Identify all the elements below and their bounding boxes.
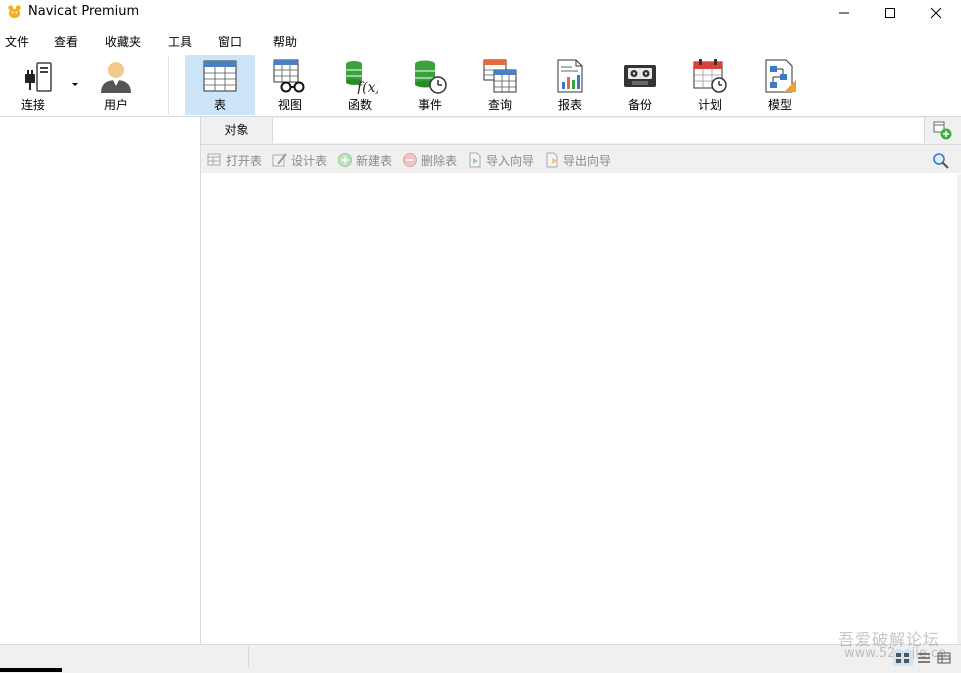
import-wizard-button[interactable]: 导入向导 bbox=[467, 152, 534, 168]
toolbar-report-label: 报表 bbox=[557, 98, 582, 112]
toolbar-query-button[interactable]: 查询 bbox=[465, 55, 535, 115]
new-table-icon bbox=[338, 153, 352, 167]
menu-view[interactable]: 查看 bbox=[54, 33, 78, 50]
toolbar-user-button[interactable]: 用户 bbox=[81, 55, 151, 115]
export-wizard-label: 导出向导 bbox=[563, 153, 612, 168]
toolbar-schedule-button[interactable]: 计划 bbox=[675, 55, 745, 115]
toolbar-query-label: 查询 bbox=[487, 98, 512, 112]
maximize-icon bbox=[885, 7, 895, 18]
open-table-icon bbox=[207, 153, 221, 166]
export-wizard-icon bbox=[546, 152, 558, 168]
delete-table-button[interactable]: 删除表 bbox=[402, 152, 457, 168]
new-table-label: 新建表 bbox=[356, 153, 393, 168]
design-table-button[interactable]: 设计表 bbox=[272, 152, 327, 168]
toolbar-backup-label: 备份 bbox=[627, 98, 652, 112]
grid-view-icon[interactable] bbox=[893, 650, 913, 666]
user-icon bbox=[101, 62, 131, 93]
add-object-icon bbox=[933, 121, 952, 140]
toolbar-model-label: 模型 bbox=[767, 98, 792, 112]
minimize-button[interactable] bbox=[821, 0, 867, 25]
new-tab-button[interactable] bbox=[924, 118, 961, 143]
menu-file[interactable]: 文件 bbox=[5, 33, 29, 50]
search-icon[interactable] bbox=[932, 152, 950, 170]
chevron-down-icon[interactable] bbox=[72, 82, 80, 88]
toolbar-model-button[interactable]: 模型 bbox=[745, 55, 815, 115]
import-wizard-label: 导入向导 bbox=[486, 153, 535, 168]
toolbar-function-button[interactable]: f(x) 函数 bbox=[325, 55, 395, 115]
menu-window[interactable]: 窗口 bbox=[218, 33, 242, 50]
status-divider bbox=[248, 646, 249, 668]
schedule-calendar-icon bbox=[693, 59, 727, 93]
open-table-button[interactable]: 打开表 bbox=[207, 152, 262, 168]
menu-favorites[interactable]: 收藏夹 bbox=[105, 33, 141, 50]
svg-text:f(x): f(x) bbox=[356, 80, 378, 94]
toolbar-table-label: 表 bbox=[213, 98, 226, 112]
toolbar-report-button[interactable]: 报表 bbox=[535, 55, 605, 115]
menu-help[interactable]: 帮助 bbox=[273, 33, 297, 50]
design-table-icon bbox=[272, 153, 287, 167]
import-wizard-icon bbox=[469, 152, 481, 168]
menu-tools[interactable]: 工具 bbox=[168, 33, 192, 50]
close-button[interactable] bbox=[913, 0, 959, 25]
toolbar-event-label: 事件 bbox=[417, 98, 442, 112]
toolbar-user-label: 用户 bbox=[103, 98, 128, 112]
toolbar-connection-button[interactable]: 连接 bbox=[4, 55, 74, 115]
query-icon bbox=[483, 59, 517, 93]
toolbar-event-button[interactable]: 事件 bbox=[395, 55, 465, 115]
backup-tape-icon bbox=[624, 65, 656, 87]
menu-bar: 文件 查看 收藏夹 工具 窗口 帮助 bbox=[0, 28, 961, 50]
right-edge bbox=[957, 174, 961, 644]
connection-plug-icon bbox=[25, 62, 52, 92]
window-title: Navicat Premium bbox=[28, 4, 140, 19]
status-progress-segment bbox=[0, 668, 62, 672]
table-icon bbox=[203, 60, 237, 92]
status-bar bbox=[0, 644, 961, 673]
title-bar bbox=[0, 0, 961, 25]
maximize-button[interactable] bbox=[867, 0, 913, 25]
function-fx-icon: f(x) bbox=[346, 61, 378, 94]
design-table-label: 设计表 bbox=[291, 153, 328, 168]
export-wizard-button[interactable]: 导出向导 bbox=[544, 152, 611, 168]
delete-table-icon bbox=[403, 153, 417, 167]
toolbar-backup-button[interactable]: 备份 bbox=[605, 55, 675, 115]
toolbar-separator bbox=[168, 56, 169, 114]
list-view-icon[interactable] bbox=[917, 650, 931, 666]
toolbar-view-button[interactable]: 视图 bbox=[255, 55, 325, 115]
toolbar-view-label: 视图 bbox=[277, 98, 302, 112]
model-diagram-icon bbox=[765, 59, 796, 93]
report-icon bbox=[557, 59, 583, 93]
toolbar-connection-label: 连接 bbox=[20, 98, 45, 112]
event-clock-icon bbox=[415, 60, 447, 94]
detail-view-icon[interactable] bbox=[937, 650, 951, 666]
new-table-button[interactable]: 新建表 bbox=[337, 152, 392, 168]
toolbar-table-button[interactable]: 表 bbox=[185, 55, 255, 115]
toolbar-schedule-label: 计划 bbox=[697, 98, 722, 112]
open-table-label: 打开表 bbox=[226, 153, 263, 168]
tab-objects[interactable]: 对象 bbox=[201, 118, 272, 144]
tab-strip bbox=[272, 118, 924, 143]
object-list-area[interactable] bbox=[201, 174, 957, 644]
delete-table-label: 删除表 bbox=[421, 153, 458, 168]
view-glasses-icon bbox=[273, 59, 305, 93]
close-icon bbox=[930, 7, 942, 18]
toolbar-function-label: 函数 bbox=[347, 98, 372, 112]
connection-tree-pane[interactable] bbox=[0, 117, 201, 644]
minimize-icon bbox=[839, 12, 849, 13]
navicat-logo-icon bbox=[8, 5, 21, 19]
